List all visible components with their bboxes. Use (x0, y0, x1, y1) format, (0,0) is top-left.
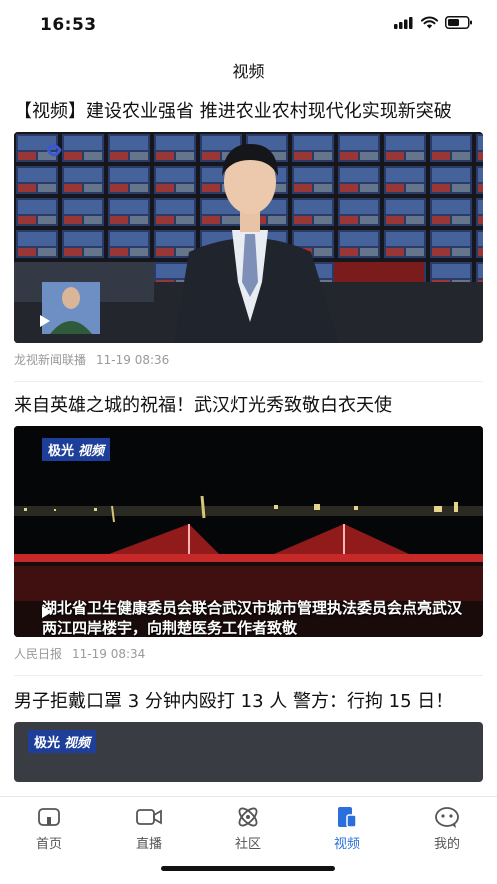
feed-item[interactable]: 【视频】建设农业强省 推进农业农村现代化实现新突破 龙视新闻联播 11-19 0… (0, 100, 497, 382)
video-thumbnail[interactable]: 极光 视频 湖北省卫生健康委员会联合武汉市城市管理执法委员会点亮武汉两江四岸楼宇，… (14, 426, 483, 637)
feed-item[interactable]: 男子拒戴口罩 3 分钟内殴打 13 人 警方：行拘 15 日！ 极光 视频 (0, 690, 497, 782)
newsroom-scene (14, 132, 483, 343)
play-icon[interactable] (42, 606, 52, 618)
video-icon (307, 805, 387, 829)
divider (14, 675, 483, 676)
tab-label: 视频 (333, 837, 360, 852)
tab-label: 直播 (135, 837, 162, 852)
home-indicator[interactable] (161, 866, 335, 871)
channel-badge: 极光 视频 (28, 730, 97, 753)
video-caption: 湖北省卫生健康委员会联合武汉市城市管理执法委员会点亮武汉两江四岸楼宇，向荆楚医务… (42, 599, 462, 637)
feed-item-title[interactable]: 男子拒戴口罩 3 分钟内殴打 13 人 警方：行拘 15 日！ (14, 690, 483, 714)
channel-badge: 极光 视频 (42, 438, 111, 461)
feed-item-source: 龙视新闻联播 (14, 353, 87, 367)
home-icon (9, 805, 89, 829)
tab-live[interactable]: 直播 (109, 805, 189, 852)
video-feed[interactable]: 【视频】建设农业强省 推进农业农村现代化实现新突破 龙视新闻联播 11-19 0… (0, 96, 497, 796)
tab-label: 首页 (35, 837, 62, 852)
status-icons (394, 16, 473, 29)
community-icon (208, 805, 288, 829)
video-thumbnail[interactable]: 极光 视频 (14, 722, 483, 782)
feed-item[interactable]: 来自英雄之城的祝福！武汉灯光秀致敬白衣天使 极光 视频 湖北省卫生健康委员会联合… (0, 394, 497, 676)
tab-profile[interactable]: 我的 (407, 805, 487, 852)
status-time: 16:53 (40, 15, 97, 35)
page-title: 视频 (232, 62, 265, 81)
tab-label: 我的 (433, 837, 460, 852)
tab-label: 社区 (234, 837, 261, 852)
wifi-icon (421, 16, 438, 29)
tab-community[interactable]: 社区 (208, 805, 288, 852)
feed-item-meta: 龙视新闻联播 11-19 08:36 (14, 351, 483, 369)
feed-item-time: 11-19 08:34 (72, 647, 146, 661)
profile-icon (407, 805, 487, 829)
status-bar: 16:53 (0, 0, 497, 50)
live-camera-icon (109, 805, 189, 829)
battery-icon (445, 16, 472, 29)
video-thumbnail[interactable] (14, 132, 483, 343)
signal-icon (394, 16, 413, 29)
tab-home[interactable]: 首页 (9, 805, 89, 852)
play-icon[interactable] (40, 315, 50, 327)
feed-item-meta: 人民日报 11-19 08:34 (14, 645, 483, 663)
feed-item-title[interactable]: 来自英雄之城的祝福！武汉灯光秀致敬白衣天使 (14, 394, 483, 418)
divider (14, 381, 483, 382)
tab-video[interactable]: 视频 (307, 805, 387, 852)
feed-item-source: 人民日报 (14, 647, 63, 661)
feed-item-title[interactable]: 【视频】建设农业强省 推进农业农村现代化实现新突破 (14, 100, 483, 124)
feed-item-time: 11-19 08:36 (96, 353, 170, 367)
